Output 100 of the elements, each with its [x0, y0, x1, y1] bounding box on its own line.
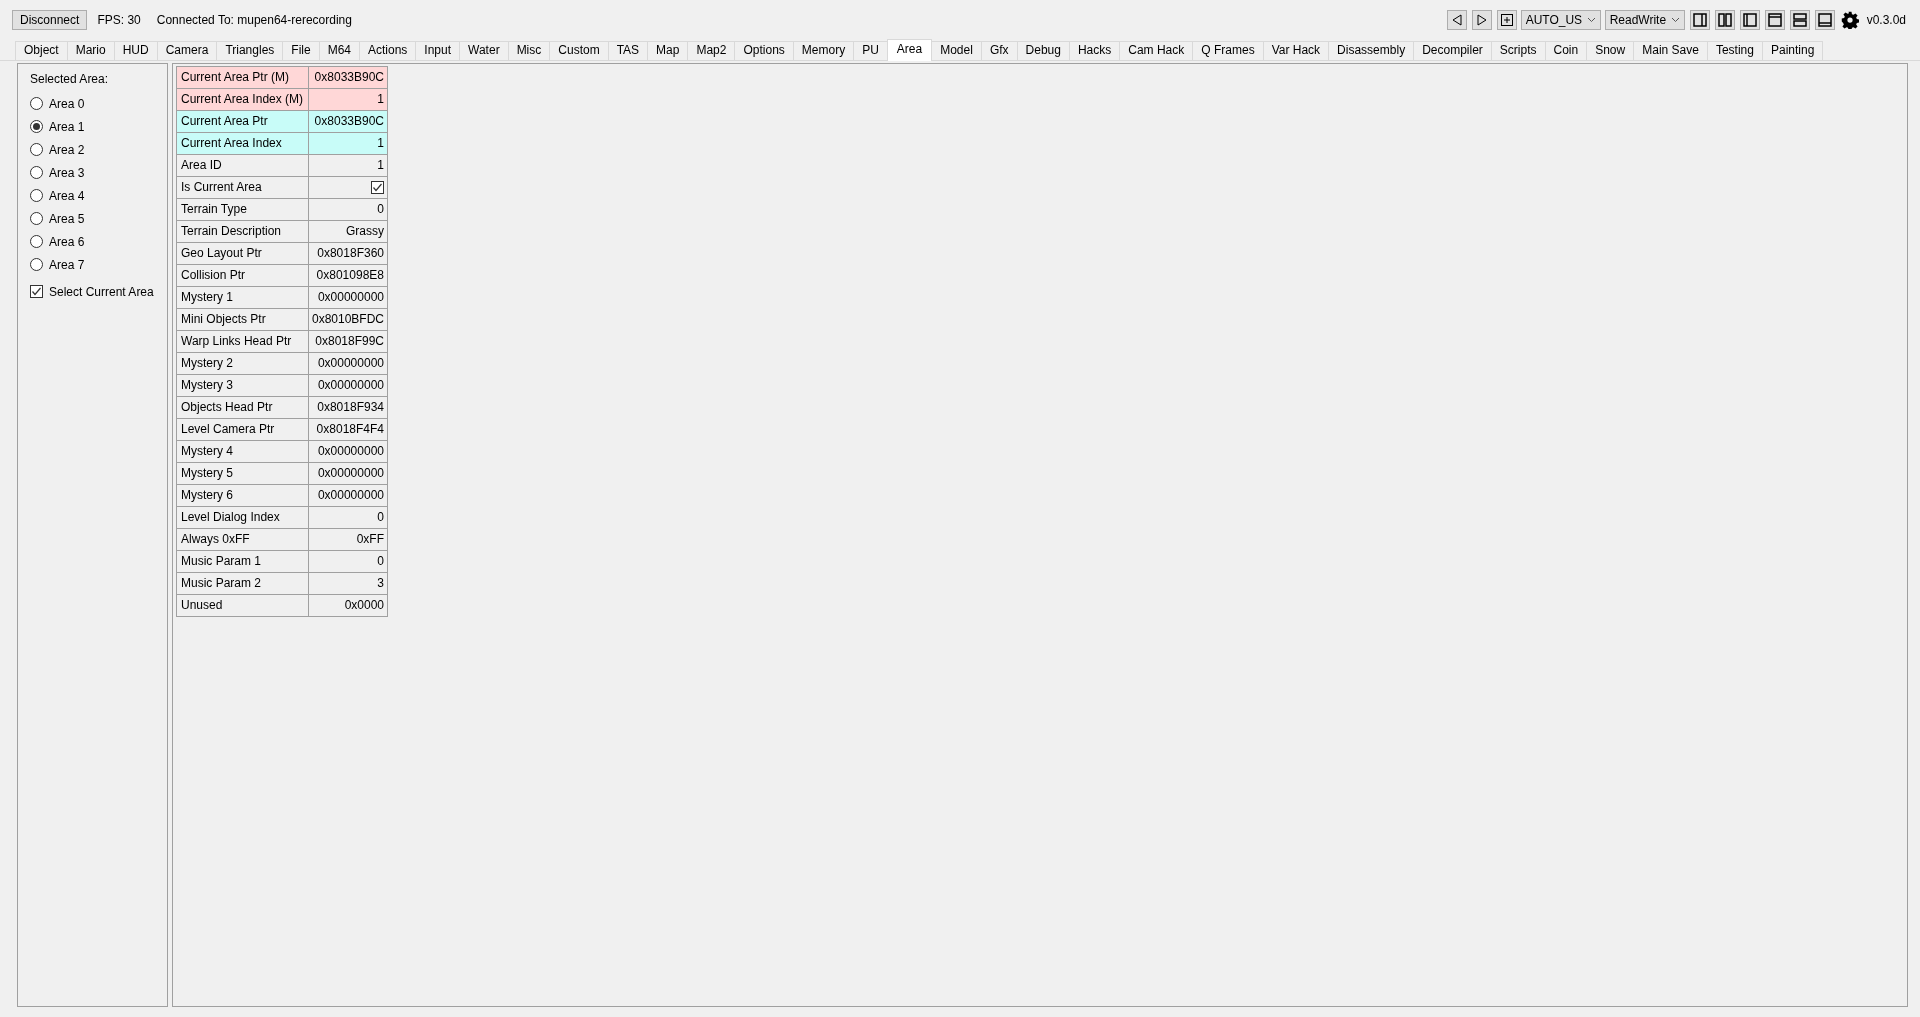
radio-icon[interactable] [30, 120, 43, 133]
caret-icon[interactable] [1670, 17, 1680, 23]
variable-value-cell-text: Grassy [345, 223, 385, 240]
variable-value-cell-text: 0x8033B90C [313, 113, 385, 130]
variable-name-cell: Is Current Area [177, 177, 309, 198]
variable-name-cell: Collision Ptr [177, 265, 309, 286]
tab[interactable]: Input [415, 41, 461, 60]
variable-value-cell-text: 0x00000000 [316, 465, 385, 482]
radio-icon[interactable] [30, 212, 43, 225]
area-radio[interactable]: Area 5 [30, 207, 155, 230]
tab[interactable]: Options [734, 41, 794, 60]
radio-label: Area 6 [49, 234, 85, 249]
fps-label: FPS: 30 [97, 13, 141, 27]
radio-label: Area 2 [49, 142, 85, 157]
settings-icon[interactable] [1840, 11, 1859, 29]
variable-name-cell: Mini Objects Ptr [177, 309, 309, 330]
area-radio[interactable]: Area 6 [30, 230, 155, 253]
variable-name-cell: Mystery 5 [177, 463, 309, 484]
tab[interactable]: Memory [792, 41, 855, 60]
plus-icon[interactable] [1496, 10, 1517, 30]
variable-name-cell: Level Camera Ptr [177, 419, 309, 440]
variable-name-cell: Music Param 1 [177, 551, 309, 572]
tab[interactable]: Debug [1016, 41, 1070, 60]
radio-icon[interactable] [30, 166, 43, 179]
variable-name-cell: Terrain Type [177, 199, 309, 220]
variable-value-cell-text: 0x8033B90C [313, 69, 385, 86]
radio-icon[interactable] [30, 189, 43, 202]
layout-bottom-icon[interactable] [1814, 10, 1835, 30]
variable-name-cell: Level Dialog Index [177, 507, 309, 528]
variable-value-cell-text: 0x00000000 [316, 487, 385, 504]
variable-name-cell: Mystery 4 [177, 441, 309, 462]
variable-name-cell: Current Area Index (M) [177, 89, 309, 110]
variable-value-cell-text: 0x8018F934 [316, 399, 385, 416]
variable-value-cell-text: 3 [376, 575, 385, 592]
checkbox[interactable] [371, 181, 384, 194]
tab[interactable]: Painting [1761, 41, 1824, 60]
variable-name-cell: Terrain Description [177, 221, 309, 242]
variable-name-cell: Mystery 6 [177, 485, 309, 506]
radio-label: Area 0 [49, 96, 85, 111]
radio-label: Area 7 [49, 257, 85, 272]
variable-value-cell-text: 0x00000000 [316, 289, 385, 306]
layout-rows-icon[interactable] [1789, 10, 1810, 30]
variable-name-cell: Mystery 3 [177, 375, 309, 396]
tab[interactable]: Q Frames [1192, 41, 1264, 60]
radio-icon[interactable] [30, 143, 43, 156]
tab[interactable]: Testing [1706, 41, 1763, 60]
layout-left-icon[interactable] [1739, 10, 1760, 30]
variable-name-cell: Unused [177, 595, 309, 616]
variable-name-cell: Mystery 1 [177, 287, 309, 308]
variable-name-cell: Current Area Ptr (M) [177, 67, 309, 88]
tab[interactable]: Triangles [216, 41, 284, 60]
mode-dropdown[interactable]: ReadWrite [1604, 10, 1685, 30]
layout-top-icon[interactable] [1764, 10, 1785, 30]
variable-name-cell: Objects Head Ptr [177, 397, 309, 418]
radio-icon[interactable] [30, 97, 43, 110]
layout-right-icon[interactable] [1689, 10, 1710, 30]
area-radio[interactable]: Area 2 [30, 138, 155, 161]
radio-icon[interactable] [30, 235, 43, 248]
variable-name-cell: Current Area Index [177, 133, 309, 154]
area-radio[interactable]: Area 3 [30, 161, 155, 184]
checkbox[interactable] [30, 285, 43, 298]
tab[interactable]: Map2 [687, 41, 736, 60]
variable-value-cell-text: 0x8018F99C [314, 333, 385, 350]
variable-value-cell-text: 0x8018F360 [316, 245, 385, 262]
radio-label: Area 5 [49, 211, 85, 226]
variable-value-cell-text: 0x8018F4F4 [315, 421, 385, 438]
variable-value-cell-text: 0 [376, 509, 385, 526]
layout-columns-icon[interactable] [1714, 10, 1735, 30]
area-radio[interactable]: Area 4 [30, 184, 155, 207]
checkbox-label: Select Current Area [49, 284, 154, 299]
variable-value-cell-text: 1 [376, 135, 385, 152]
panel-label: Selected Area: [30, 72, 110, 86]
variable-value-cell-text: 0x00000000 [316, 377, 385, 394]
tab[interactable]: Area [886, 39, 933, 61]
region-dropdown[interactable]: AUTO_US [1520, 10, 1601, 30]
area-radio[interactable]: Area 1 [30, 115, 155, 138]
connection-label: Connected To: mupen64-rerecording [156, 13, 352, 27]
tab[interactable]: Scripts [1490, 41, 1546, 60]
disconnect-button[interactable]: Disconnect [12, 10, 88, 30]
variable-name-cell: Warp Links Head Ptr [177, 331, 309, 352]
tab[interactable]: Decompiler [1413, 41, 1492, 60]
variable-value-cell-text: 0x801098E8 [315, 267, 385, 284]
radio-icon[interactable] [30, 258, 43, 271]
variable-name-cell: Area ID [177, 155, 309, 176]
variable-name-cell: Music Param 2 [177, 573, 309, 594]
variable-value-cell-text: 1 [376, 157, 385, 174]
variable-name-cell: Always 0xFF [177, 529, 309, 550]
radio-label: Area 3 [49, 165, 85, 180]
variable-value-cell-text: 0x0000 [343, 597, 385, 614]
variable-value-cell-text: 0 [376, 201, 385, 218]
tab[interactable]: Disassembly [1328, 41, 1415, 60]
variable-name-cell: Mystery 2 [177, 353, 309, 374]
variable-value-cell-text: 0xFF [355, 531, 385, 548]
variable-value-cell-text: 0x00000000 [316, 443, 385, 460]
tab[interactable]: Map [647, 41, 689, 60]
radio-label: Area 4 [49, 188, 85, 203]
caret-icon[interactable] [1586, 17, 1596, 23]
tab[interactable]: Object [15, 41, 68, 60]
area-radio[interactable]: Area 7 [30, 253, 155, 276]
area-radio[interactable]: Area 0 [30, 92, 155, 115]
